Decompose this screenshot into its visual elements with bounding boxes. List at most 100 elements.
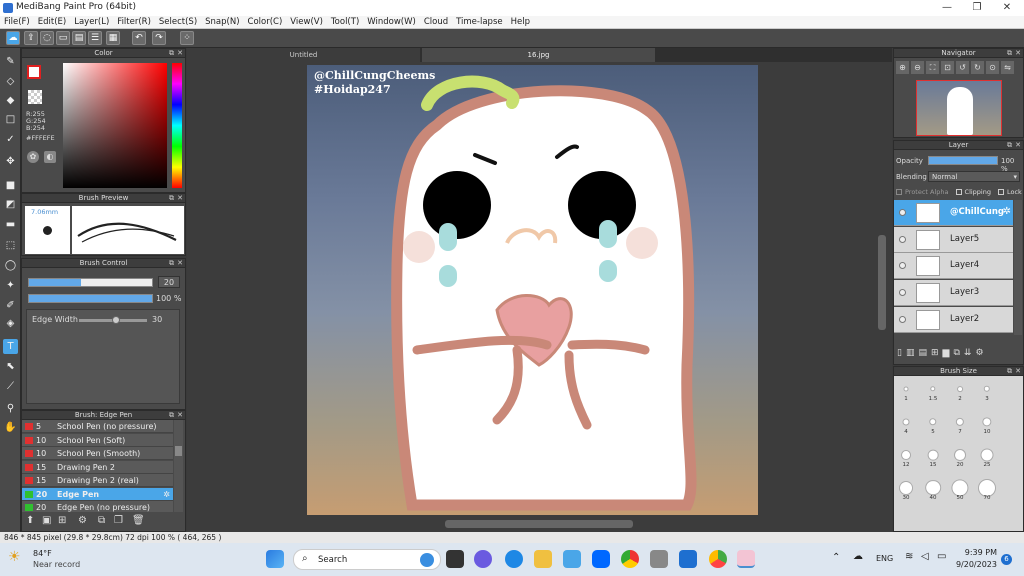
brush-size-value[interactable]: 20 [158, 276, 180, 288]
merge-layer-icon[interactable]: ⇊ [964, 348, 972, 358]
task-view-icon[interactable] [446, 550, 464, 568]
eye-icon[interactable] [899, 209, 906, 216]
brush-copy-icon[interactable]: ⧉ [98, 515, 105, 526]
brush-size-preset[interactable]: 50 [949, 479, 971, 501]
cloud-sync-icon[interactable]: ☁ [853, 551, 863, 562]
tab-untitled[interactable]: Untitled [187, 48, 420, 62]
layer-row[interactable]: Layer3 [894, 280, 1013, 307]
select-rect-icon[interactable]: ⬚ [3, 238, 18, 253]
menu-tool[interactable]: Tool(T) [331, 17, 359, 27]
brush-tool-icon[interactable]: ✎ [3, 54, 18, 69]
menu-timelapse[interactable]: Time-lapse [456, 17, 503, 27]
weather-icon[interactable]: ☀ [8, 549, 21, 565]
redo-icon[interactable]: ↷ [152, 31, 166, 45]
edge-width-knob[interactable] [112, 316, 121, 324]
layer-row[interactable]: @ChillCung ✲ [894, 200, 1013, 226]
windows-start-icon[interactable] [266, 550, 284, 568]
trash-icon[interactable]: 🗑 [132, 515, 145, 526]
restore-icon[interactable]: ⧉ [169, 259, 174, 268]
layer-settings-icon[interactable]: ⚙ [975, 348, 983, 358]
navigator-thumbnail[interactable] [916, 80, 1002, 136]
add-brush-icon[interactable]: ▣ [42, 515, 51, 526]
dot-eraser-icon[interactable]: ◆ [3, 93, 18, 108]
edge-icon[interactable] [505, 550, 523, 568]
brush-list-item[interactable]: 10 School Pen (Soft) [22, 433, 173, 447]
brush-size-slider[interactable] [28, 278, 153, 287]
menu-file[interactable]: File(F) [4, 17, 30, 27]
menu-cloud[interactable]: Cloud [424, 17, 448, 27]
medibang-taskbar-icon[interactable] [737, 550, 755, 568]
zoom-in-icon[interactable]: ⊕ [896, 61, 909, 74]
eye-icon[interactable] [899, 289, 906, 297]
color-options-icon[interactable]: ◐ [44, 151, 56, 163]
brush-size-preset[interactable]: 5 [922, 413, 944, 435]
layer-row[interactable]: Layer5 [894, 226, 1013, 253]
horizontal-scrollbar[interactable] [445, 520, 633, 528]
app-icon-gray[interactable] [650, 550, 668, 568]
vertical-scrollbar[interactable] [878, 235, 886, 330]
taskbar-search[interactable]: ⌕ Search [293, 549, 441, 570]
close-icon[interactable]: ✕ [177, 49, 183, 58]
rotate-right-icon[interactable]: ↻ [971, 61, 984, 74]
duplicate-layer-icon[interactable]: ⧉ [953, 348, 959, 358]
select-eraser-icon[interactable]: ◈ [3, 316, 18, 331]
minimize-button[interactable]: — [932, 0, 962, 16]
blending-select[interactable]: Normal ▾ [928, 171, 1020, 182]
zalo-icon[interactable] [592, 550, 610, 568]
menu-snap[interactable]: Snap(N) [205, 17, 239, 27]
wifi-icon[interactable]: ≋ [905, 551, 913, 562]
app-icon-blue[interactable] [679, 550, 697, 568]
close-icon[interactable]: ✕ [1015, 49, 1021, 58]
fill-shape-icon[interactable]: ■ [3, 178, 18, 193]
brush-size-preset[interactable]: 1.5 [922, 380, 944, 402]
brush-list-item[interactable]: 20 Edge Pen ✲ [22, 487, 173, 501]
brush-opacity-slider[interactable] [28, 294, 153, 303]
eye-icon[interactable] [899, 262, 906, 270]
magic-wand-icon[interactable]: ✦ [3, 278, 18, 293]
rectangle-tool-icon[interactable]: □ [3, 112, 18, 127]
close-icon[interactable]: ✕ [1015, 367, 1021, 376]
close-icon[interactable]: ✕ [177, 259, 183, 268]
eye-icon[interactable] [899, 235, 906, 243]
battery-icon[interactable]: ▭ [937, 551, 946, 562]
menu-layer[interactable]: Layer(L) [74, 17, 109, 27]
add-brush-menu-icon[interactable]: ⊞ [58, 515, 66, 526]
brush-size-preset[interactable]: 2 [949, 380, 971, 402]
undo-icon[interactable]: ↶ [132, 31, 146, 45]
brush-size-preset[interactable]: 4 [895, 413, 917, 435]
brush-settings-icon[interactable]: ⚙ [78, 515, 87, 526]
gear-icon[interactable]: ✲ [163, 488, 170, 501]
restore-icon[interactable]: ⧉ [169, 194, 174, 203]
zoom-out-icon[interactable]: ⊖ [911, 61, 924, 74]
brush-size-preset[interactable]: 20 [949, 446, 971, 468]
protect-alpha-checkbox[interactable] [896, 189, 902, 195]
eyedropper-icon[interactable]: ⚲ [3, 401, 18, 416]
brush-size-preset[interactable]: 40 [922, 479, 944, 501]
hue-slider[interactable] [172, 63, 182, 188]
menu-select[interactable]: Select(S) [159, 17, 197, 27]
brush-duplicate-icon[interactable]: ❐ [114, 515, 123, 526]
divide-tool-icon[interactable]: ⟋ [3, 379, 18, 394]
clipping-checkbox[interactable] [955, 189, 962, 195]
palette-icon[interactable]: ✿ [27, 151, 39, 163]
gradient-tool-icon[interactable]: ▬ [3, 217, 18, 232]
teams-icon[interactable] [474, 550, 492, 568]
gear-icon[interactable]: ✲ [1003, 206, 1011, 217]
fit-icon[interactable]: ⛶ [926, 61, 939, 74]
move-tool-icon[interactable]: ✥ [3, 154, 18, 169]
menu-filter[interactable]: Filter(R) [117, 17, 151, 27]
clock-date[interactable]: 9/20/2023 [950, 560, 997, 569]
canvas-image[interactable]: @ChillCungCheems #Hoidap247 [307, 65, 758, 515]
eraser-tool-icon[interactable]: ◇ [3, 74, 18, 89]
layer-opacity-slider[interactable] [928, 156, 998, 165]
brush-size-preset[interactable]: 15 [922, 446, 944, 468]
eye-icon[interactable] [899, 315, 906, 323]
bucket-tool-icon[interactable]: ◩ [3, 197, 18, 212]
operation-tool-icon[interactable]: ⬉ [3, 359, 18, 374]
select-pen-icon[interactable]: ✐ [3, 298, 18, 313]
primary-color-swatch[interactable] [27, 65, 41, 79]
brush-list-item[interactable]: 15 Drawing Pen 2 [22, 460, 173, 474]
grid-icon[interactable]: ▦ [106, 31, 120, 45]
weather-desc[interactable]: Near record [33, 560, 80, 569]
restore-button[interactable]: ❐ [962, 0, 992, 16]
